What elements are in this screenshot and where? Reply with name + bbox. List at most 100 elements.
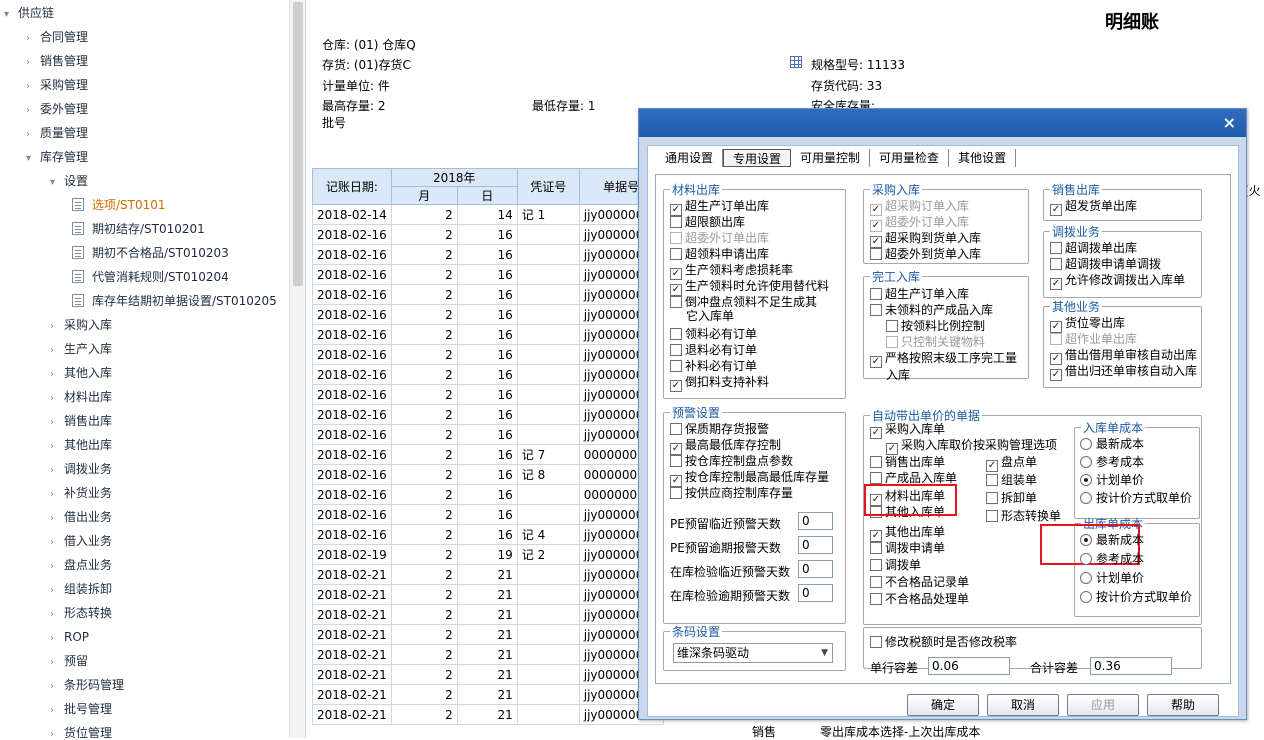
tree-item[interactable]: › 条形码管理 [50, 673, 124, 697]
tree-item[interactable]: 代管消耗规则/ST010204 [72, 265, 229, 289]
table-row[interactable]: 2018-02-16 2 16 jjy0000002 [312, 304, 664, 325]
checkbox-empty-icon[interactable] [670, 344, 682, 356]
option-checkbox[interactable]: 按领料比例控制 [886, 319, 985, 333]
tree-item[interactable]: › ROP [50, 625, 89, 649]
tree-item[interactable]: › 其他出库 [50, 433, 112, 457]
table-row[interactable]: 2018-02-16 2 16 jjy0000002 [312, 384, 664, 405]
option-checkbox[interactable]: ✓ 生产领料考虑损耗率 [670, 263, 793, 280]
checkbox-checked-icon[interactable]: ✓ [1050, 278, 1062, 290]
checkbox-empty-icon[interactable] [870, 559, 882, 571]
checkbox-empty-icon[interactable] [670, 360, 682, 372]
table-row[interactable]: 2018-02-21 2 21 jjy0000004 [312, 584, 664, 605]
chevron-right-icon[interactable]: › [26, 27, 40, 51]
checkbox-checked-icon[interactable]: ✓ [670, 380, 682, 392]
checkbox-empty-icon[interactable] [870, 593, 882, 605]
tree-item[interactable]: › 组装拆卸 [50, 577, 112, 601]
option-checkbox[interactable]: ✓ 盘点单 [986, 455, 1037, 472]
table-row[interactable]: 2018-02-21 2 21 jjy0000004 [312, 604, 664, 625]
option-checkbox[interactable]: 未领料的产成品入库 [870, 303, 993, 317]
radio-empty-icon[interactable] [1080, 438, 1092, 450]
checkbox-empty-icon[interactable] [986, 510, 998, 522]
checkbox-checked-icon[interactable]: ✓ [886, 443, 898, 455]
option-checkbox[interactable]: 拆卸单 [986, 491, 1037, 505]
row-tolerance-input[interactable]: 0.06 [928, 657, 1010, 675]
option-checkbox[interactable]: ✓ 超生产订单出库 [670, 199, 769, 216]
chevron-right-icon[interactable]: › [50, 675, 64, 699]
table-row[interactable]: 2018-02-16 2 16 jjy0000002 [312, 504, 664, 525]
tree-item[interactable]: ▾ 库存管理 [26, 145, 88, 169]
option-checkbox[interactable]: 按供应商控制库存量 [670, 486, 793, 500]
checkbox-checked-icon[interactable]: ✓ [1050, 369, 1062, 381]
table-row[interactable]: 2018-02-14 2 14 记 1 jjy0000001 [312, 204, 664, 225]
chevron-right-icon[interactable]: › [50, 339, 64, 363]
sidebar-scrollbar[interactable] [289, 0, 305, 738]
checkbox-empty-icon[interactable] [870, 472, 882, 484]
option-checkbox[interactable]: 不合格品处理单 [870, 592, 969, 606]
option-checkbox[interactable]: 退料必有订单 [670, 343, 757, 357]
cost-radio[interactable]: 计划单价 [1080, 571, 1144, 585]
table-row[interactable]: 2018-02-16 2 16 jjy0000002 [312, 364, 664, 385]
checkbox-empty-icon[interactable] [670, 455, 682, 467]
pe-overdue-days-input[interactable]: 0 [798, 536, 833, 554]
table-row[interactable]: 2018-02-16 2 16 jjy0000001 [312, 284, 664, 305]
help-button[interactable]: 帮助 [1147, 694, 1219, 716]
cancel-button[interactable]: 取消 [987, 694, 1059, 716]
tab-special[interactable]: 专用设置 [723, 149, 792, 167]
tab-available-control[interactable]: 可用量控制 [791, 149, 871, 167]
tree-item[interactable]: › 采购管理 [26, 73, 88, 97]
chevron-right-icon[interactable]: › [26, 75, 40, 99]
chevron-down-icon[interactable]: ▾ [50, 171, 64, 195]
option-checkbox[interactable]: ✓ 最高最低库存控制 [670, 438, 781, 455]
option-checkbox[interactable]: 超调拨申请单调拨 [1050, 257, 1161, 271]
table-row[interactable]: 2018-02-21 2 21 jjy0000005 [312, 684, 664, 705]
option-checkbox[interactable]: 超限额出库 [670, 215, 745, 229]
checkbox-empty-icon[interactable] [670, 232, 682, 244]
option-checkbox[interactable]: 保质期存货报警 [670, 422, 769, 436]
chevron-right-icon[interactable]: › [50, 363, 64, 387]
cost-radio[interactable]: 按计价方式取单价 [1080, 491, 1192, 505]
radio-empty-icon[interactable] [1080, 553, 1092, 565]
cost-radio[interactable]: 计划单价 [1080, 473, 1144, 487]
table-row[interactable]: 2018-02-16 2 16 jjy0000001 [312, 244, 664, 265]
tree-item[interactable]: › 合同管理 [26, 25, 88, 49]
ok-button[interactable]: 确定 [907, 694, 979, 716]
tree-item[interactable]: ▾ 设置 [50, 169, 88, 193]
dialog-titlebar[interactable] [639, 109, 1246, 137]
option-checkbox[interactable]: ✓ 倒扣料支持补料 [670, 375, 769, 392]
tree-item[interactable]: › 其他入库 [50, 361, 112, 385]
checkbox-checked-icon[interactable]: ✓ [870, 427, 882, 439]
table-row[interactable]: 2018-02-21 2 21 jjy0000002 [312, 564, 664, 585]
table-row[interactable]: 2018-02-16 2 16 记 7 00000000. [312, 444, 664, 465]
option-checkbox[interactable]: ✓ 按仓库控制最高最低库存量 [670, 470, 829, 487]
checkbox-empty-icon[interactable] [670, 216, 682, 228]
tree-item[interactable]: 期初不合格品/ST010203 [72, 241, 229, 265]
table-row[interactable]: 2018-02-21 2 21 jjy0000005 [312, 644, 664, 665]
tree-item[interactable]: › 借出业务 [50, 505, 112, 529]
option-checkbox[interactable]: ✓ 超采购订单入库 [870, 199, 969, 216]
tree-item[interactable]: › 盘点业务 [50, 553, 112, 577]
option-checkbox[interactable]: ✓ 采购入库取价按采购管理选项 [886, 438, 1057, 455]
option-checkbox[interactable]: 调拨单 [870, 558, 921, 572]
option-checkbox[interactable]: 超委外订单出库 [670, 231, 769, 245]
chevron-right-icon[interactable]: › [50, 411, 64, 435]
option-checkbox[interactable]: 调拨申请单 [870, 541, 945, 555]
option-checkbox[interactable]: ✓ 采购入库单 [870, 422, 945, 439]
chevron-right-icon[interactable]: › [50, 603, 64, 627]
tree-item[interactable]: 期初结存/ST010201 [72, 217, 205, 241]
table-row[interactable]: 2018-02-16 2 16 jjy0000001 [312, 264, 664, 285]
option-checkbox[interactable]: 超生产订单入库 [870, 287, 969, 301]
option-checkbox[interactable]: 倒冲盘点领料不足生成其 它入库单 [670, 295, 817, 323]
option-checkbox[interactable]: ✓ 严格按照末级工序完工量 入库 [870, 351, 1017, 382]
checkbox-empty-icon[interactable] [870, 304, 882, 316]
checkbox-empty-icon[interactable] [886, 336, 898, 348]
checkbox-empty-icon[interactable] [1050, 258, 1062, 270]
checkbox-empty-icon[interactable] [670, 248, 682, 260]
checkbox-empty-icon[interactable] [886, 320, 898, 332]
cost-radio[interactable]: 参考成本 [1080, 552, 1144, 566]
tree-item[interactable]: › 预留 [50, 649, 88, 673]
table-row[interactable]: 2018-02-16 2 16 00000000. [312, 484, 664, 505]
table-row[interactable]: 2018-02-21 2 21 jjy0000004 [312, 624, 664, 645]
option-checkbox[interactable]: ✓ 其他出库单 [870, 525, 945, 542]
option-checkbox[interactable]: 只控制关键物料 [886, 335, 985, 349]
tree-item[interactable]: › 采购入库 [50, 313, 112, 337]
